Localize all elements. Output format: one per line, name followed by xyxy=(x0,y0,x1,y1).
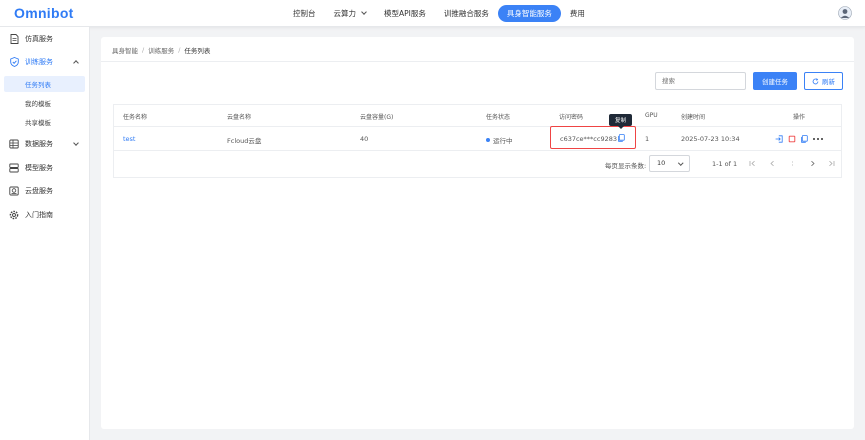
table-row: test Fcloud云盘 40 运行中 c637ce***cc9283 复制 … xyxy=(114,114,841,151)
created-time-cell: 2025-07-23 10:34 xyxy=(681,135,740,143)
header-divider xyxy=(101,61,854,62)
breadcrumb: 具身智能 / 训练服务 / 任务列表 xyxy=(112,45,210,55)
password-text: c637ce***cc9283 xyxy=(560,135,617,143)
column-header: 云盘容量(G) xyxy=(360,114,394,121)
sidebar-item-label: 仿真服务 xyxy=(25,35,53,43)
sidebar-item-data[interactable]: 数据服务 xyxy=(0,136,90,152)
nav-embodied-ai-label: 具身智能服务 xyxy=(506,9,552,18)
sidebar-subitem-shared-templates[interactable]: 共享模板 xyxy=(4,114,85,130)
sidebar-item-training[interactable]: 训练服务 xyxy=(0,54,90,70)
first-page-icon[interactable] xyxy=(747,157,757,169)
breadcrumb-separator: / xyxy=(142,46,145,54)
sidebar-subitem-task-list[interactable]: 任务列表 xyxy=(4,76,85,92)
page-separator-icon xyxy=(787,157,797,169)
gear-icon xyxy=(9,210,19,220)
stop-icon[interactable] xyxy=(788,134,796,143)
create-task-label: 创建任务 xyxy=(762,79,788,86)
copy-tooltip: 复制 xyxy=(609,114,632,129)
sidebar-item-label: 训练服务 xyxy=(25,58,53,66)
chevron-down-icon xyxy=(361,9,367,15)
refresh-label: 刷新 xyxy=(822,79,835,86)
breadcrumb-middle[interactable]: 训练服务 xyxy=(148,45,174,55)
main-content-card: 具身智能 / 训练服务 / 任务列表 创建任务 刷新 任务名称 云盘名称 云盘容… xyxy=(101,37,854,429)
status-cell: 运行中 xyxy=(486,135,513,145)
per-page-value: 10 xyxy=(657,159,666,167)
top-nav-menu: 控制台 云算力 模型API服务 训推融合服务 具身智能服务 费用 xyxy=(284,5,594,22)
sidebar-subitem-my-templates[interactable]: 我的模板 xyxy=(4,95,85,111)
nav-console-label: 控制台 xyxy=(293,9,316,18)
nav-billing-label: 费用 xyxy=(569,9,585,18)
status-dot-icon xyxy=(486,138,490,142)
nav-model-api-label: 模型API服务 xyxy=(384,9,426,18)
sidebar-item-guide[interactable]: 入门指南 xyxy=(0,207,90,223)
copy-icon[interactable] xyxy=(617,134,625,142)
sidebar-item-simulation[interactable]: 仿真服务 xyxy=(0,31,90,47)
nav-cloud-compute[interactable]: 云算力 xyxy=(325,5,376,22)
user-avatar-icon[interactable] xyxy=(838,6,852,20)
refresh-icon xyxy=(812,77,819,84)
nav-train-infer-label: 训推融合服务 xyxy=(443,9,489,18)
document-icon xyxy=(9,34,19,44)
nav-embodied-ai[interactable]: 具身智能服务 xyxy=(497,5,561,22)
column-header: 访问密码 xyxy=(559,114,584,121)
per-page-select[interactable]: 10 xyxy=(649,155,690,172)
gpu-cell: 1 xyxy=(645,135,650,143)
top-navigation-bar: Omnibot 控制台 云算力 模型API服务 训推融合服务 具身智能服务 费用 xyxy=(0,0,865,27)
column-header: 云盘名称 xyxy=(227,114,252,121)
refresh-button[interactable]: 刷新 xyxy=(804,72,843,90)
sidebar-subitem-label: 我的模板 xyxy=(25,100,51,108)
chevron-down-icon xyxy=(73,140,79,146)
chevron-up-icon xyxy=(73,60,79,66)
sidebar-item-model[interactable]: 模型服务 xyxy=(0,160,90,176)
sidebar-item-cloud-disk[interactable]: 云盘服务 xyxy=(0,183,90,199)
more-options-icon[interactable] xyxy=(812,134,824,143)
nav-model-api[interactable]: 模型API服务 xyxy=(375,5,435,22)
prev-page-icon[interactable] xyxy=(767,157,777,169)
column-header: 创建时间 xyxy=(681,114,706,121)
column-header: 任务名称 xyxy=(123,114,148,121)
omnibot-logo[interactable]: Omnibot xyxy=(14,5,74,21)
search-input[interactable] xyxy=(655,72,746,90)
sidebar-item-label: 模型服务 xyxy=(25,164,53,172)
chevron-down-icon xyxy=(677,160,683,166)
disk-name-cell: Fcloud云盘 xyxy=(227,137,262,145)
sidebar-item-label: 数据服务 xyxy=(25,140,53,148)
breadcrumb-current: 任务列表 xyxy=(184,47,211,55)
breadcrumb-root[interactable]: 具身智能 xyxy=(112,45,138,55)
table-header: 任务名称 云盘名称 云盘容量(G) 任务状态 访问密码 GPU 创建时间 操作 xyxy=(114,105,841,127)
duplicate-icon[interactable] xyxy=(800,134,808,143)
create-task-button[interactable]: 创建任务 xyxy=(753,72,797,90)
status-text: 运行中 xyxy=(493,137,513,145)
nav-console[interactable]: 控制台 xyxy=(284,5,325,22)
nav-cloud-compute-label: 云算力 xyxy=(333,9,357,18)
breadcrumb-separator: / xyxy=(178,46,181,54)
pagination-range: 1-1 of 1 xyxy=(712,160,738,168)
database-icon xyxy=(9,139,19,149)
capacity-cell: 40 xyxy=(360,135,369,143)
password-cell-highlight: c637ce***cc9283 xyxy=(550,126,636,149)
cloud-disk-icon xyxy=(9,186,19,196)
task-name-link[interactable]: test xyxy=(123,135,135,143)
column-header: GPU xyxy=(645,112,658,119)
sidebar: 仿真服务 训练服务 任务列表 我的模板 共享模板 数据服务 模型服务 云盘服务 … xyxy=(0,27,90,440)
sidebar-item-label: 云盘服务 xyxy=(25,187,53,195)
copy-tooltip-text: 复制 xyxy=(614,118,626,124)
sidebar-item-label: 入门指南 xyxy=(25,211,53,219)
login-icon[interactable] xyxy=(775,134,783,143)
nav-billing[interactable]: 费用 xyxy=(561,5,594,22)
nav-train-infer[interactable]: 训推融合服务 xyxy=(435,5,498,22)
sidebar-subitem-label: 任务列表 xyxy=(25,81,51,89)
next-page-icon[interactable] xyxy=(807,157,817,169)
sidebar-subitem-label: 共享模板 xyxy=(25,119,51,127)
last-page-icon[interactable] xyxy=(826,157,836,169)
per-page-label: 每页显示条数: xyxy=(605,162,647,170)
shield-icon xyxy=(9,57,19,67)
task-table: 任务名称 云盘名称 云盘容量(G) 任务状态 访问密码 GPU 创建时间 操作 … xyxy=(113,104,842,178)
column-header: 操作 xyxy=(793,114,806,121)
column-header: 任务状态 xyxy=(486,114,511,121)
server-icon xyxy=(9,163,19,173)
